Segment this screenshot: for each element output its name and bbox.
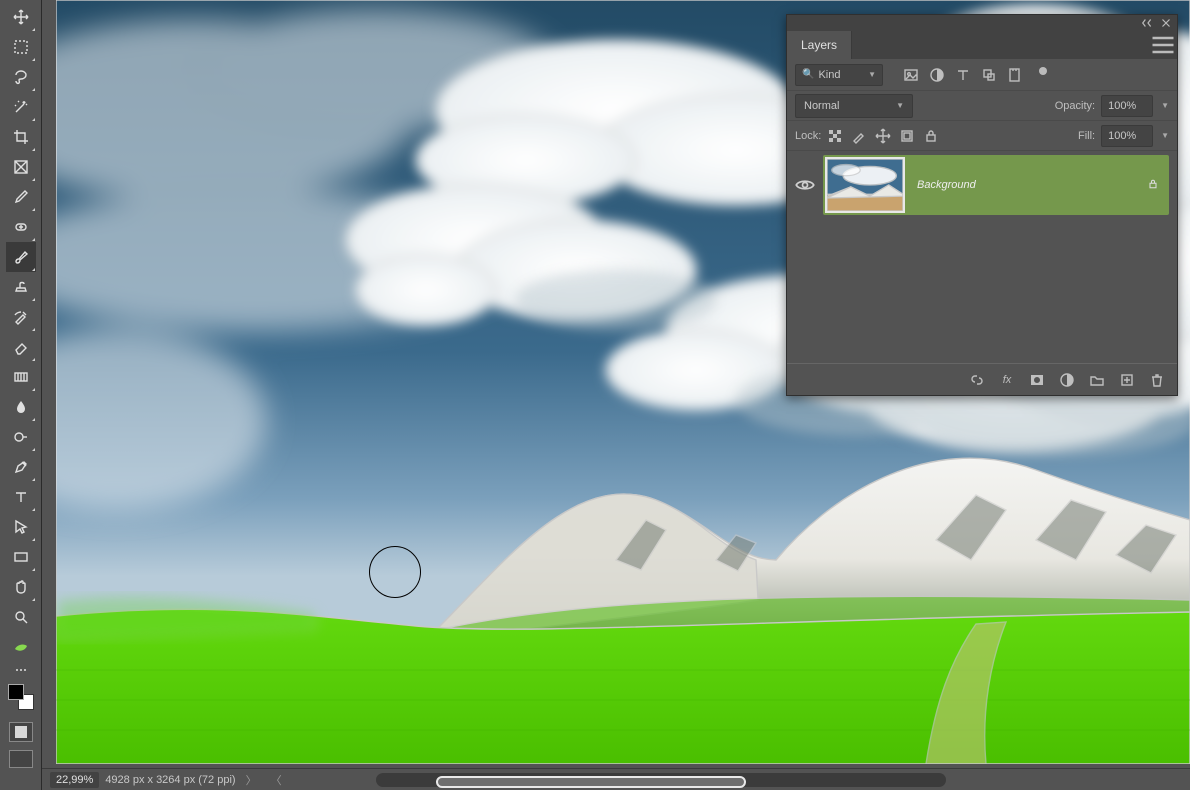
filter-smart-icon[interactable] [1007,67,1023,83]
filter-type-icon[interactable] [955,67,971,83]
pen-tool[interactable] [6,452,36,482]
layer-lock-icon[interactable] [1147,178,1159,193]
blend-mode-value: Normal [804,100,839,112]
lock-label: Lock: [795,130,821,142]
clone-stamp-tool[interactable] [6,272,36,302]
lasso-tool[interactable] [6,62,36,92]
chevron-down-icon[interactable]: ▼ [1161,101,1169,110]
chevron-down-icon[interactable]: ▼ [1161,131,1169,140]
horizontal-scrollbar[interactable] [376,773,946,787]
panel-menu-icon[interactable] [1149,31,1177,59]
document-dimensions: 4928 px x 3264 px (72 ppi) [105,774,235,786]
layer-row[interactable]: Background [795,155,1169,215]
path-selection-tool[interactable] [6,512,36,542]
chevron-down-icon: ▼ [868,70,876,79]
fill-value: 100% [1108,130,1136,142]
dodge-tool[interactable] [6,422,36,452]
move-tool[interactable] [6,2,36,32]
fill-field[interactable]: 100% [1101,125,1153,147]
status-bar: 22,99% 4928 px x 3264 px (72 ppi) 〉 〈 [42,768,1190,790]
collapse-panel-icon[interactable] [1141,16,1155,30]
blur-tool[interactable] [6,392,36,422]
layer-filter-kind[interactable]: 🔍 Kind ▼ [795,64,883,86]
filter-pixel-icon[interactable] [903,67,919,83]
edit-toolbar[interactable] [6,632,36,662]
add-mask-icon[interactable] [1029,372,1045,388]
brush-tool[interactable] [6,242,36,272]
lock-pixels-icon[interactable] [851,128,867,144]
quick-mask-toggle[interactable] [9,722,33,742]
new-layer-icon[interactable] [1119,372,1135,388]
lock-all-icon[interactable] [923,128,939,144]
status-next-arrow[interactable]: 〉 [242,772,261,788]
screen-mode-button[interactable] [9,750,33,768]
tools-toolbar [0,0,42,790]
hand-tool[interactable] [6,572,36,602]
tab-layers[interactable]: Layers [787,31,852,59]
layers-panel: Layers 🔍 Kind ▼ Normal ▼ Opacity: 100% ▼ [786,14,1178,396]
delete-layer-icon[interactable] [1149,372,1165,388]
blend-mode-dropdown[interactable]: Normal ▼ [795,94,913,118]
lock-transparency-icon[interactable] [827,128,843,144]
rectangle-tool[interactable] [6,542,36,572]
marquee-tool[interactable] [6,32,36,62]
group-icon[interactable] [1089,372,1105,388]
foreground-swatch[interactable] [8,684,24,700]
dots-tool[interactable] [6,662,36,678]
zoom-tool[interactable] [6,602,36,632]
layer-fx-icon[interactable]: fx [999,372,1015,388]
chevron-down-icon: ▼ [896,101,904,110]
close-panel-icon[interactable] [1159,16,1173,30]
eyedropper-tool[interactable] [6,182,36,212]
gradient-tool[interactable] [6,362,36,392]
zoom-level[interactable]: 22,99% [50,772,99,788]
eraser-tool[interactable] [6,332,36,362]
lock-artboard-icon[interactable] [899,128,915,144]
kind-label: Kind [818,69,840,81]
color-swatches[interactable] [6,682,36,712]
layer-thumbnail[interactable] [825,157,905,213]
search-icon: 🔍 [802,69,814,80]
layer-name[interactable]: Background [917,179,1147,191]
opacity-field[interactable]: 100% [1101,95,1153,117]
frame-tool[interactable] [6,152,36,182]
type-tool[interactable] [6,482,36,512]
magic-wand-tool[interactable] [6,92,36,122]
opacity-label: Opacity: [1055,100,1095,112]
lock-position-icon[interactable] [875,128,891,144]
filter-toggle-icon[interactable] [1039,67,1047,75]
crop-tool[interactable] [6,122,36,152]
fill-label: Fill: [1078,130,1095,142]
filter-adjustment-icon[interactable] [929,67,945,83]
filter-shape-icon[interactable] [981,67,997,83]
history-brush-tool[interactable] [6,302,36,332]
scrollbar-thumb[interactable] [436,776,746,788]
status-prev-arrow[interactable]: 〈 [267,772,286,788]
layer-list: Background [787,151,1177,363]
healing-brush-tool[interactable] [6,212,36,242]
link-layers-icon[interactable] [969,372,985,388]
visibility-toggle-icon[interactable] [795,175,815,195]
opacity-value: 100% [1108,100,1136,112]
adjustment-layer-icon[interactable] [1059,372,1075,388]
